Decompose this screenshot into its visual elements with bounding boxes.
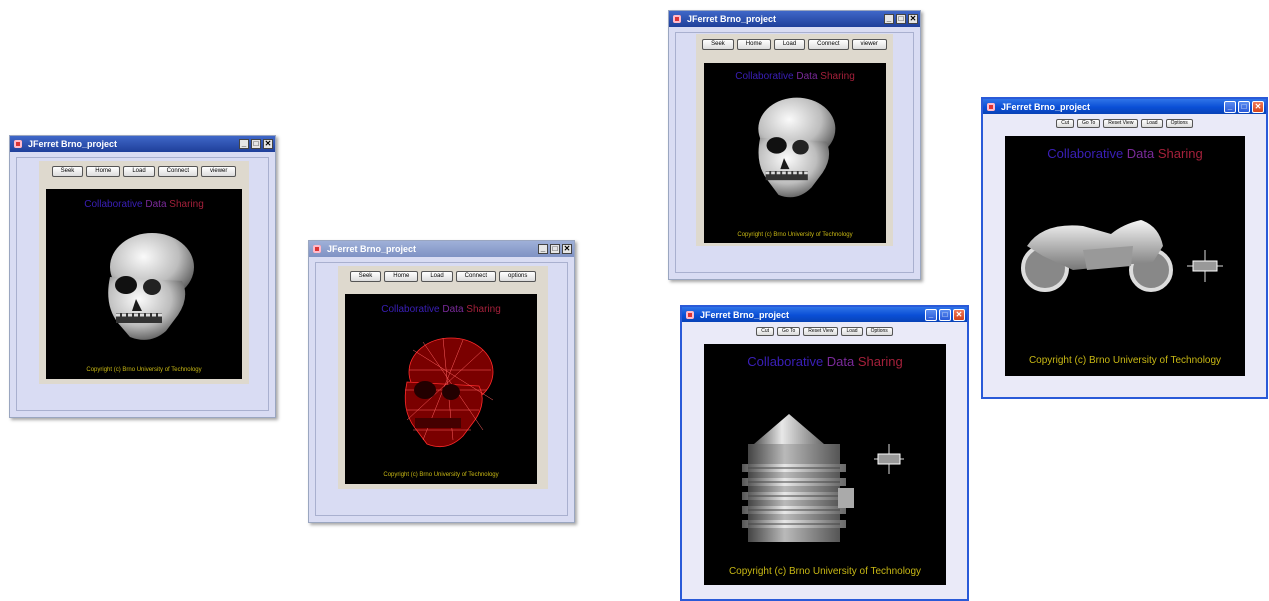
seek-button[interactable]: Seek — [349, 271, 382, 282]
java-app-icon — [673, 15, 681, 23]
close-button[interactable]: ✕ — [562, 244, 572, 254]
minimize-button[interactable]: _ — [925, 308, 937, 321]
window-title: JFerret Brno_project — [687, 14, 777, 24]
copyright-text: Copyright (c) Brno University of Technol… — [383, 472, 499, 478]
copyright-text: Copyright (c) Brno University of Technol… — [1028, 355, 1222, 366]
java-app-icon — [987, 102, 995, 111]
app-window-1: JFerret Brno_project _ □ ✕ Seek Home Loa… — [9, 135, 276, 418]
load-button[interactable]: Load — [841, 327, 863, 336]
axis-gizmo — [874, 444, 904, 474]
viewport-title: Collaborative Data Sharing — [381, 304, 501, 315]
title-bar[interactable]: JFerret Brno_project _ □ ✕ — [309, 241, 574, 257]
options-button[interactable]: Options — [1165, 119, 1193, 128]
viewer-button[interactable]: viewer — [201, 166, 237, 177]
java-app-icon — [313, 245, 321, 253]
load-button[interactable]: Load — [1141, 119, 1163, 128]
home-button[interactable]: Home — [384, 271, 419, 282]
wireframe-skull-model — [404, 337, 494, 448]
app-window-4: JFerret Brno_project _ □ ✕ Cut Go To Res… — [680, 305, 969, 601]
copyright-text: Copyright (c) Brno University of Technol… — [728, 566, 922, 577]
motorcycle-model — [1021, 220, 1173, 292]
copyright-text: Copyright (c) Brno University of Technol… — [737, 232, 853, 238]
close-button[interactable]: ✕ — [953, 308, 965, 321]
3d-viewport[interactable]: Collaborative Data Sharing Copyright (c)… — [46, 189, 242, 379]
window-title: JFerret Brno_project — [327, 244, 417, 254]
3d-viewport[interactable]: Collaborative Data Sharing Copyright (c)… — [704, 344, 946, 585]
cut-button[interactable]: Cut — [1056, 119, 1074, 128]
maximize-button[interactable]: □ — [939, 308, 951, 321]
home-button[interactable]: Home — [86, 166, 121, 177]
maximize-button[interactable]: □ — [896, 14, 906, 24]
java-app-icon — [14, 140, 22, 148]
reset-view-button[interactable]: Reset View — [1103, 119, 1139, 128]
engine-cylinder-model — [742, 414, 854, 542]
seek-button[interactable]: Seek — [51, 166, 84, 177]
3d-viewport[interactable]: Collaborative Data Sharing Copyright (c)… — [704, 63, 886, 243]
title-bar[interactable]: JFerret Brno_project _ □ ✕ — [669, 11, 920, 27]
app-window-3: JFerret Brno_project _ □ ✕ Seek Home Loa… — [668, 10, 921, 280]
axis-gizmo — [1187, 250, 1223, 282]
toolbar: Seek Home Load Connect options — [338, 266, 548, 285]
skull-model — [108, 233, 194, 340]
connect-button[interactable]: Connect — [808, 39, 849, 50]
minimize-button[interactable]: _ — [538, 244, 548, 254]
skull-model — [758, 97, 836, 198]
toolbar: Cut Go To Reset View Load Options — [983, 114, 1266, 133]
close-button[interactable]: ✕ — [263, 139, 273, 149]
close-button[interactable]: ✕ — [1252, 100, 1264, 113]
load-button[interactable]: Load — [123, 166, 155, 177]
home-button[interactable]: Home — [736, 39, 771, 50]
reset-view-button[interactable]: Reset View — [803, 327, 839, 336]
viewport-title: Collaborative Data Sharing — [84, 199, 204, 210]
viewport-title: Collaborative Data Sharing — [747, 354, 903, 369]
minimize-button[interactable]: _ — [239, 139, 249, 149]
connect-button[interactable]: Connect — [157, 166, 199, 177]
load-button[interactable]: Load — [421, 271, 453, 282]
close-button[interactable]: ✕ — [908, 14, 918, 24]
java-app-icon — [686, 310, 694, 319]
seek-button[interactable]: Seek — [702, 39, 734, 50]
viewer-panel: Seek Home Load Connect viewer Collaborat… — [696, 34, 893, 246]
window-title: JFerret Brno_project — [28, 139, 118, 149]
minimize-button[interactable]: _ — [884, 14, 894, 24]
3d-viewport[interactable]: Collaborative Data Sharing Copyright (c)… — [345, 294, 537, 484]
maximize-button[interactable]: □ — [251, 139, 261, 149]
load-button[interactable]: Load — [773, 39, 806, 50]
go-to-button[interactable]: Go To — [1076, 119, 1101, 128]
viewport-title: Collaborative Data Sharing — [735, 71, 855, 82]
maximize-button[interactable]: □ — [1238, 100, 1250, 113]
window-title: JFerret Brno_project — [1001, 101, 1091, 112]
copyright-text: Copyright (c) Brno University of Technol… — [86, 367, 202, 373]
viewer-panel: Seek Home Load Connect viewer Collaborat… — [39, 161, 249, 384]
toolbar: Seek Home Load Connect viewer — [39, 161, 249, 180]
options-button[interactable]: Options — [865, 327, 893, 336]
connect-button[interactable]: Connect — [455, 271, 497, 282]
viewer-panel: Seek Home Load Connect options Collabora… — [338, 266, 548, 489]
window-title: JFerret Brno_project — [700, 309, 790, 320]
toolbar: Seek Home Load Connect viewer — [696, 34, 893, 53]
cut-button[interactable]: Cut — [756, 327, 774, 336]
title-bar[interactable]: JFerret Brno_project _ □ ✕ — [682, 307, 967, 322]
viewport-title: Collaborative Data Sharing — [1047, 146, 1203, 161]
go-to-button[interactable]: Go To — [776, 327, 801, 336]
viewer-button[interactable]: viewer — [851, 39, 887, 50]
maximize-button[interactable]: □ — [550, 244, 560, 254]
3d-viewport[interactable]: Collaborative Data Sharing Copyright (c)… — [1005, 136, 1245, 376]
toolbar: Cut Go To Reset View Load Options — [682, 322, 967, 341]
app-window-5: JFerret Brno_project _ □ ✕ Cut Go To Res… — [981, 97, 1268, 399]
title-bar[interactable]: JFerret Brno_project _ □ ✕ — [983, 99, 1266, 114]
title-bar[interactable]: JFerret Brno_project _ □ ✕ — [10, 136, 275, 152]
app-window-2: JFerret Brno_project _ □ ✕ Seek Home Loa… — [308, 240, 575, 523]
minimize-button[interactable]: _ — [1224, 100, 1236, 113]
options-button[interactable]: options — [499, 271, 537, 282]
